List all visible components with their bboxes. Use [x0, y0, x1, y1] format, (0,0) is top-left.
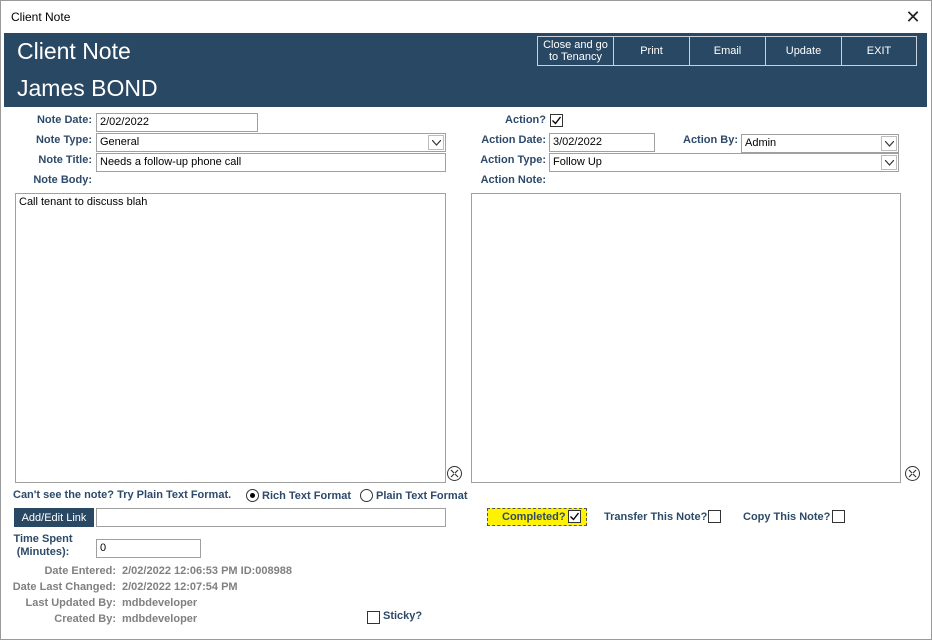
date-changed-value: 2/02/2022 12:07:54 PM: [122, 581, 238, 593]
email-button[interactable]: Email: [689, 36, 766, 66]
dropdown-arrow-icon[interactable]: [881, 136, 897, 151]
plain-text-radio[interactable]: [360, 489, 373, 502]
action-note-label: Action Note:: [480, 174, 546, 186]
last-updated-label: Last Updated By:: [25, 597, 116, 609]
client-note-window: Client Note ✕ Client Note James BOND Clo…: [0, 0, 932, 640]
close-go-tenancy-line1: Close and go: [543, 39, 608, 51]
exit-button[interactable]: EXIT: [841, 36, 917, 66]
copy-label: Copy This Note?: [743, 511, 831, 523]
action-label: Action?: [505, 114, 546, 126]
time-spent-label-line2: (Minutes):: [16, 546, 70, 558]
action-type-value: Follow Up: [553, 156, 602, 168]
close-go-tenancy-line2: to Tenancy: [548, 51, 602, 63]
action-by-value: Admin: [745, 137, 777, 149]
expand-zoom-icon[interactable]: [447, 466, 462, 481]
format-hint: Can't see the note? Try Plain Text Forma…: [13, 489, 232, 501]
add-edit-link-button[interactable]: Add/Edit Link: [14, 508, 94, 527]
date-entered-label: Date Entered:: [44, 565, 116, 577]
window-title: Client Note: [11, 10, 71, 24]
transfer-label: Transfer This Note?: [604, 511, 708, 523]
note-type-select[interactable]: General: [96, 133, 446, 152]
date-changed-label: Date Last Changed:: [12, 581, 116, 593]
completed-checkbox[interactable]: [568, 510, 581, 523]
rich-text-radio[interactable]: [246, 489, 259, 502]
action-type-label: Action Type:: [480, 154, 546, 166]
copy-checkbox[interactable]: [832, 510, 845, 523]
created-by-label: Created By:: [54, 613, 116, 625]
header-band: Client Note James BOND Close and go to T…: [4, 33, 927, 107]
update-button[interactable]: Update: [765, 36, 842, 66]
transfer-checkbox[interactable]: [708, 510, 721, 523]
note-date-field[interactable]: 2/02/2022: [96, 113, 258, 132]
client-name: James BOND: [17, 75, 158, 101]
created-by-value: mdbdeveloper: [122, 613, 198, 625]
note-body-textarea[interactable]: Call tenant to discuss blah: [15, 193, 446, 483]
dropdown-arrow-icon[interactable]: [881, 155, 897, 170]
completed-label: Completed?: [502, 511, 566, 523]
action-by-label: Action By:: [683, 134, 738, 146]
time-spent-label-line1: Time Spent: [13, 533, 73, 545]
date-entered-value: 2/02/2022 12:06:53 PM ID:008988: [122, 565, 293, 577]
link-field[interactable]: [96, 508, 446, 527]
action-note-textarea[interactable]: [471, 193, 901, 483]
title-bar: Client Note ✕: [1, 1, 931, 33]
rich-text-label: Rich Text Format: [262, 490, 352, 502]
close-icon[interactable]: ✕: [899, 5, 927, 29]
expand-zoom-icon[interactable]: [905, 466, 920, 481]
time-spent-label: Time Spent (Minutes):: [11, 533, 75, 559]
action-type-select[interactable]: Follow Up: [549, 153, 899, 172]
action-date-label: Action Date:: [481, 134, 546, 146]
time-spent-field[interactable]: 0: [96, 539, 201, 558]
print-button[interactable]: Print: [613, 36, 690, 66]
plain-text-label: Plain Text Format: [376, 490, 468, 502]
note-title-label: Note Title:: [38, 154, 92, 166]
note-type-label: Note Type:: [35, 134, 92, 146]
last-updated-value: mdbdeveloper: [122, 597, 198, 609]
action-checkbox[interactable]: [550, 114, 563, 127]
note-body-label: Note Body:: [33, 174, 92, 186]
action-by-select[interactable]: Admin: [741, 134, 899, 153]
note-title-field[interactable]: Needs a follow-up phone call: [96, 153, 446, 172]
note-date-label: Note Date:: [36, 114, 92, 126]
close-go-tenancy-button[interactable]: Close and go to Tenancy: [537, 36, 614, 66]
sticky-label: Sticky?: [383, 610, 423, 622]
page-title: Client Note: [17, 38, 131, 64]
note-type-value: General: [100, 136, 140, 148]
action-date-field[interactable]: 3/02/2022: [549, 133, 655, 152]
sticky-checkbox[interactable]: [367, 611, 380, 624]
dropdown-arrow-icon[interactable]: [428, 135, 444, 150]
